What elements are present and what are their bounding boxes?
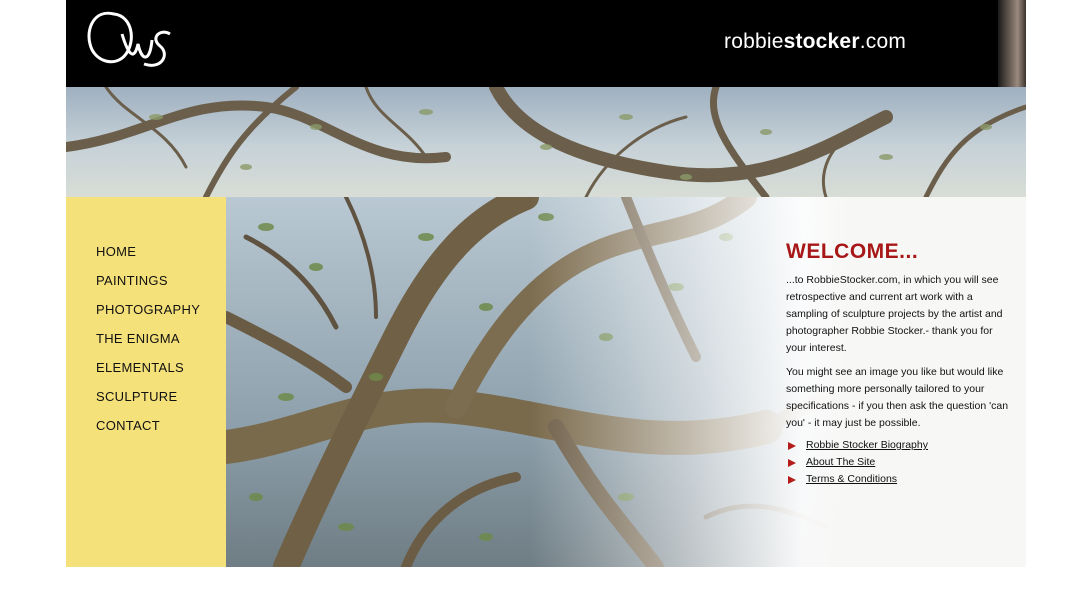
site-logo[interactable]: [84, 4, 174, 74]
welcome-panel: WELCOME... ...to RobbieStocker.com, in w…: [786, 240, 1011, 490]
welcome-intro: ...to RobbieStocker.com, in which you wi…: [786, 274, 1003, 354]
welcome-tailored: You might see an image you like but woul…: [786, 366, 1009, 429]
nav-item-paintings[interactable]: PAINTINGS: [96, 272, 200, 301]
arrow-right-icon: [788, 442, 796, 450]
link-item-about: About The Site: [786, 456, 1011, 473]
nav-item-home[interactable]: HOME: [96, 243, 200, 272]
site-title: robbiestocker.com: [724, 30, 907, 53]
nav-link-paintings[interactable]: PAINTINGS: [96, 273, 168, 288]
main-nav: HOME PAINTINGS PHOTOGRAPHY THE ENIGMA EL…: [66, 197, 226, 567]
nav-item-elementals[interactable]: ELEMENTALS: [96, 359, 200, 388]
link-item-terms: Terms & Conditions: [786, 473, 1011, 490]
nav-item-sculpture[interactable]: SCULPTURE: [96, 388, 200, 417]
nav-item-the-enigma[interactable]: THE ENIGMA: [96, 330, 200, 359]
banner-image: [66, 87, 1026, 197]
nav-link-home[interactable]: HOME: [96, 244, 136, 259]
nav-item-photography[interactable]: PHOTOGRAPHY: [96, 301, 200, 330]
link-item-biography: Robbie Stocker Biography: [786, 439, 1011, 456]
artist-portrait: [998, 0, 1026, 87]
about-site-link[interactable]: About The Site: [806, 456, 875, 468]
info-links: Robbie Stocker Biography About The Site …: [786, 439, 1011, 490]
nav-link-elementals[interactable]: ELEMENTALS: [96, 360, 184, 375]
welcome-heading: WELCOME...: [786, 240, 919, 263]
arrow-right-icon: [788, 476, 796, 484]
nav-link-the-enigma[interactable]: THE ENIGMA: [96, 331, 180, 346]
biography-link[interactable]: Robbie Stocker Biography: [806, 439, 928, 451]
arrow-right-icon: [788, 459, 796, 467]
site-container: robbiestocker.com HOME PAINTINGS PHOTOGR…: [66, 0, 1026, 567]
nav-link-photography[interactable]: PHOTOGRAPHY: [96, 302, 200, 317]
header: robbiestocker.com: [66, 0, 1026, 87]
nav-link-contact[interactable]: CONTACT: [96, 418, 160, 433]
terms-link[interactable]: Terms & Conditions: [806, 473, 897, 485]
nav-item-contact[interactable]: CONTACT: [96, 417, 200, 446]
nav-link-sculpture[interactable]: SCULPTURE: [96, 389, 177, 404]
